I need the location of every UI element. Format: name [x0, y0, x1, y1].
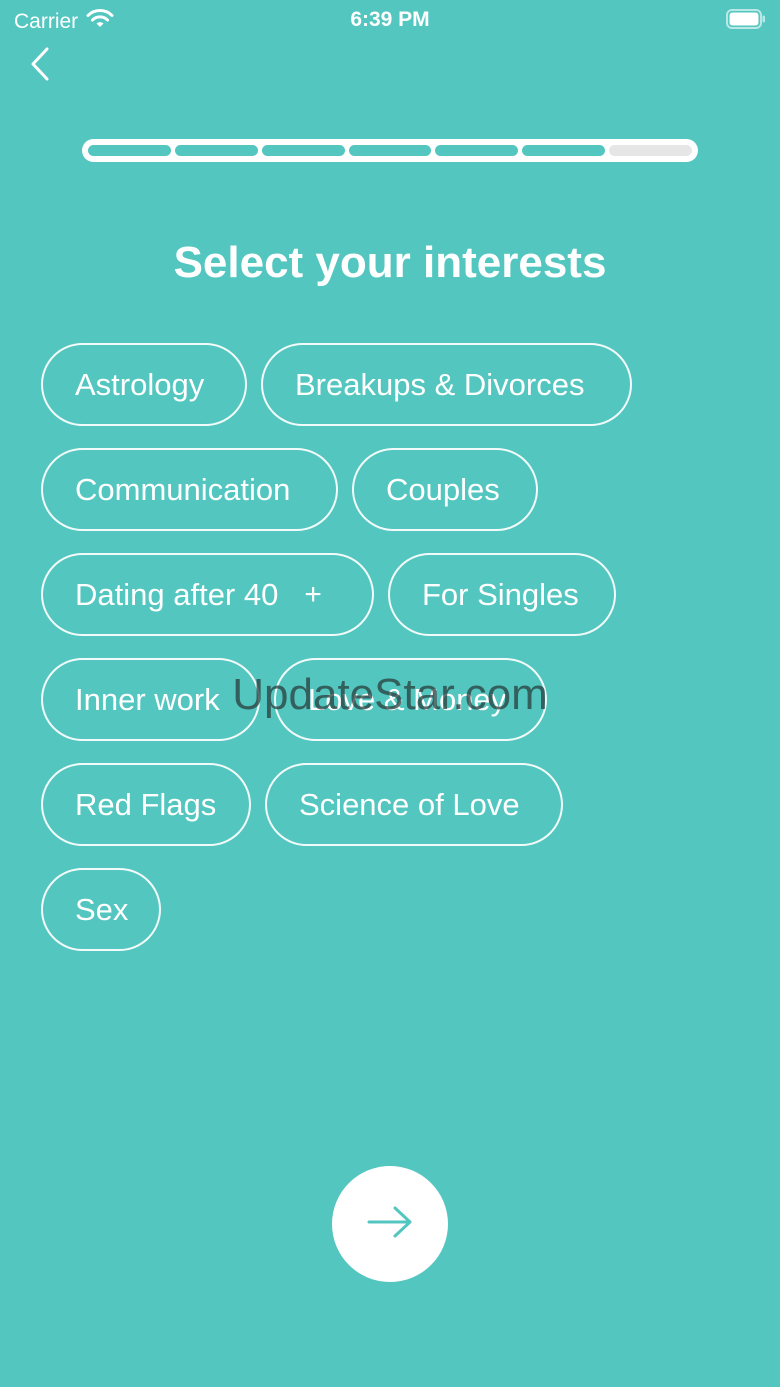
interest-chip-label: Sex — [75, 891, 129, 927]
progress-segment-complete — [174, 145, 258, 156]
interest-chip-label: Communication — [75, 471, 291, 507]
plus-icon: + — [304, 577, 322, 611]
interest-chip-label: Love & Money — [308, 681, 507, 717]
interest-chip[interactable]: Couples — [352, 448, 538, 531]
progress-segment-complete — [435, 145, 519, 156]
interest-chip[interactable]: Red Flags — [41, 763, 251, 846]
next-button[interactable] — [332, 1166, 448, 1282]
interest-chip[interactable]: Love & Money — [274, 658, 547, 741]
interest-chip-label: Couples — [386, 471, 500, 507]
progress-segment-complete — [348, 145, 432, 156]
battery-icon — [726, 9, 766, 29]
interest-chip[interactable]: For Singles — [388, 553, 616, 636]
interest-chip-label: Inner work — [75, 681, 220, 717]
interest-chip[interactable]: Science of Love — [265, 763, 563, 846]
interest-chip-label: Red Flags — [75, 786, 217, 822]
interest-chip-label: Dating after 40 — [75, 576, 279, 612]
chevron-left-icon — [29, 46, 51, 87]
interest-chip-label: Astrology — [75, 366, 205, 402]
interest-chip[interactable]: Dating after 40 + — [41, 553, 374, 636]
interest-chip[interactable]: Sex — [41, 868, 161, 951]
progress-segment-complete — [261, 145, 345, 156]
interest-chip[interactable]: Inner work — [41, 658, 260, 741]
progress-segment-pending — [609, 145, 693, 156]
page-title: Select your interests — [173, 238, 607, 287]
progress-segment-complete — [88, 145, 171, 156]
interest-chip-label: Breakups & Divorces — [295, 366, 585, 402]
interest-chip[interactable]: Breakups & Divorces — [261, 343, 632, 426]
arrow-right-icon — [366, 1205, 414, 1244]
progress-segment-complete — [522, 145, 606, 156]
interest-chip[interactable]: Astrology — [41, 343, 247, 426]
back-button[interactable] — [20, 44, 60, 88]
interest-chip-label: For Singles — [422, 576, 579, 612]
progress-bar — [82, 139, 698, 162]
status-bar: Carrier 6:39 PM — [0, 0, 780, 40]
interest-chip[interactable]: Communication — [41, 448, 338, 531]
interest-chip-label: Science of Love — [299, 786, 520, 822]
status-time: 6:39 PM — [350, 8, 430, 31]
